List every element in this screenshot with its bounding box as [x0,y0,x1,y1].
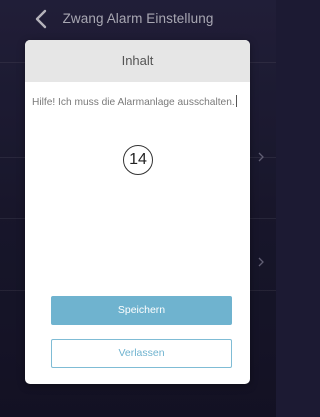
dialog-title: Inhalt [121,53,154,68]
dialog-header: Inhalt [25,40,250,82]
leave-button[interactable]: Verlassen [51,339,232,368]
text-cursor [235,95,237,107]
save-button[interactable]: Speichern [51,296,232,325]
message-field[interactable]: Hilfe! Ich muss die Alarmanlage ausschal… [32,95,237,108]
annotation-badge: 14 [123,145,153,175]
message-value: Hilfe! Ich muss die Alarmanlage ausschal… [32,97,235,108]
content-dialog: Inhalt Hilfe! Ich muss die Alarmanlage a… [25,40,250,384]
